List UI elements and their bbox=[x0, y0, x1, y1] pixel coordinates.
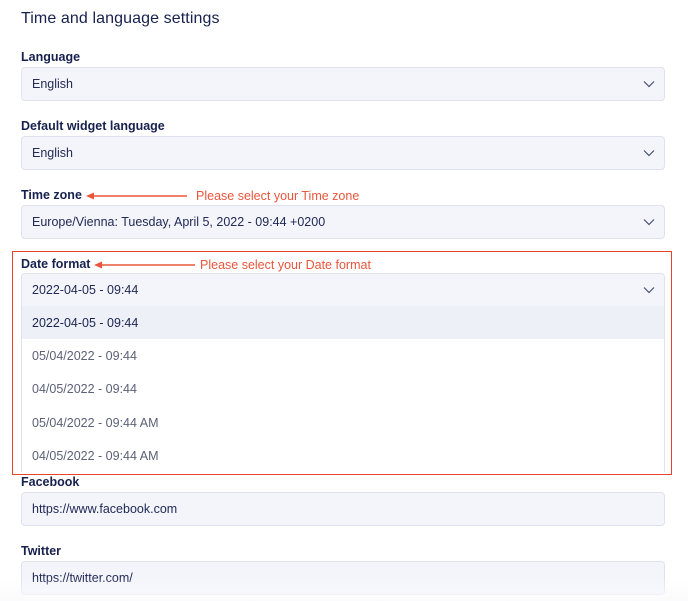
widget-language-label: Default widget language bbox=[21, 119, 165, 133]
annotation-arrow-icon bbox=[94, 261, 195, 269]
chevron-down-icon[interactable] bbox=[634, 206, 664, 238]
twitter-label: Twitter bbox=[21, 544, 62, 558]
date-format-option[interactable]: 05/04/2022 - 09:44 AM bbox=[22, 406, 664, 439]
facebook-label: Facebook bbox=[21, 475, 80, 489]
date-format-option[interactable]: 04/05/2022 - 09:44 bbox=[22, 373, 664, 406]
language-select[interactable]: English bbox=[21, 67, 665, 101]
language-value: English bbox=[32, 77, 73, 91]
twitter-input[interactable]: https://twitter.com/ bbox=[21, 561, 665, 595]
time-zone-label: Time zone bbox=[21, 188, 82, 202]
twitter-value: https://twitter.com/ bbox=[32, 571, 133, 585]
date-format-dropdown: 2022-04-05 - 09:44 05/04/2022 - 09:44 04… bbox=[21, 306, 665, 472]
date-format-option[interactable]: 04/05/2022 - 09:44 AM bbox=[22, 440, 664, 473]
language-label: Language bbox=[21, 50, 81, 64]
facebook-input[interactable]: https://www.facebook.com bbox=[21, 492, 665, 526]
date-format-value: 2022-04-05 - 09:44 bbox=[32, 283, 139, 297]
chevron-down-icon[interactable] bbox=[634, 274, 664, 306]
time-zone-select[interactable]: Europe/Vienna: Tuesday, April 5, 2022 - … bbox=[21, 205, 665, 239]
date-format-select[interactable]: 2022-04-05 - 09:44 bbox=[21, 273, 665, 307]
page-title: Time and language settings bbox=[21, 10, 220, 27]
date-format-annotation: Please select your Date format bbox=[200, 258, 371, 272]
widget-language-value: English bbox=[32, 146, 73, 160]
date-format-option[interactable]: 05/04/2022 - 09:44 bbox=[22, 339, 664, 372]
chevron-down-icon[interactable] bbox=[634, 137, 664, 169]
widget-language-select[interactable]: English bbox=[21, 136, 665, 170]
chevron-down-icon[interactable] bbox=[634, 68, 664, 100]
facebook-value: https://www.facebook.com bbox=[32, 502, 178, 516]
annotation-arrow-icon bbox=[86, 192, 187, 200]
date-format-option[interactable]: 2022-04-05 - 09:44 bbox=[22, 306, 664, 340]
time-zone-value: Europe/Vienna: Tuesday, April 5, 2022 - … bbox=[32, 215, 326, 229]
time-zone-annotation: Please select your Time zone bbox=[196, 189, 360, 203]
date-format-label: Date format bbox=[21, 257, 91, 271]
